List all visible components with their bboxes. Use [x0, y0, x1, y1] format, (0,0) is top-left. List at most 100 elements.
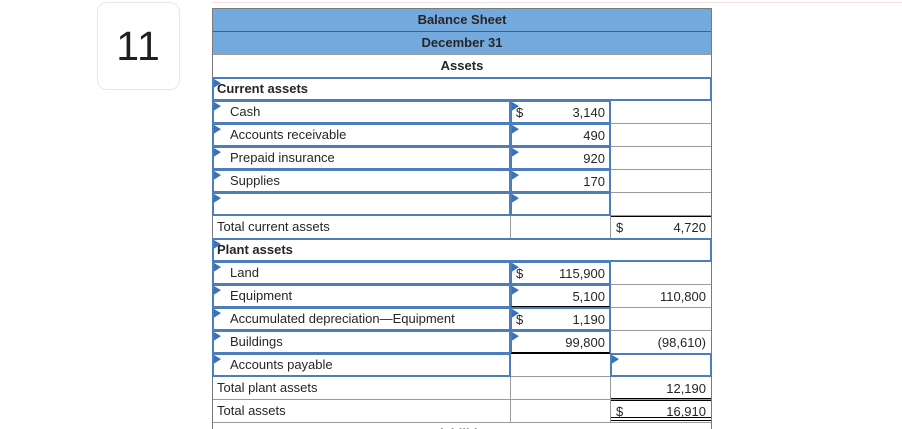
label-cell-empty[interactable]	[212, 192, 511, 216]
cell-marker-icon	[214, 355, 221, 364]
total-value: 110,800	[659, 288, 706, 304]
cell-marker-icon	[512, 332, 519, 341]
total-value: (98,610)	[657, 334, 706, 350]
table-row: Accounts receivable 490	[212, 123, 711, 147]
amount-input-cell[interactable]: $ 1,190	[510, 307, 611, 331]
cell-marker-icon	[214, 309, 221, 318]
amount-cell	[511, 216, 611, 238]
amount-cell	[511, 377, 611, 399]
double-underline	[611, 417, 711, 421]
total-cell	[611, 262, 711, 284]
table-row: Supplies 170	[212, 169, 711, 193]
balance-sheet-table: Balance Sheet December 31 Assets Current…	[212, 8, 712, 429]
cell-marker-icon	[214, 148, 221, 157]
table-row	[212, 192, 711, 216]
amount-value: 490	[583, 127, 605, 143]
currency-symbol: $	[516, 265, 524, 281]
total-cell: (98,610)	[611, 331, 711, 353]
label-cell-total-current-assets: Total current assets	[213, 216, 511, 238]
table-row: Buildings 99,800 (98,610)	[212, 330, 711, 354]
currency-symbol: $	[516, 311, 524, 327]
cell-marker-icon	[612, 355, 619, 364]
table-row: Total plant assets 12,190	[213, 377, 711, 400]
table-row: Plant assets	[212, 238, 712, 262]
total-cell	[611, 193, 711, 215]
table-row: Prepaid insurance 920	[212, 146, 711, 170]
amount-value: 170	[583, 173, 605, 189]
table-row: Assets	[213, 55, 711, 78]
total-cell	[611, 147, 711, 169]
currency-symbol: $	[616, 219, 624, 235]
amount-input-cell[interactable]: 170	[510, 169, 611, 193]
amount-input-cell[interactable]: 920	[510, 146, 611, 170]
cell-marker-icon	[512, 194, 519, 203]
total-cell: $ 16,910	[611, 400, 711, 422]
sheet-date: December 31	[421, 35, 503, 50]
cell-marker-icon	[214, 263, 221, 272]
cell-marker-icon	[214, 125, 221, 134]
cell-marker-icon	[214, 102, 221, 111]
currency-symbol: $	[516, 104, 524, 120]
total-cell	[611, 308, 711, 330]
table-row: Accounts payable	[212, 353, 712, 377]
cell-marker-icon	[512, 171, 519, 180]
table-row: Balance Sheet	[213, 9, 711, 32]
liabilities-section-header: Liabilities	[213, 423, 711, 429]
table-row: Land $ 115,900	[212, 261, 711, 285]
question-number: 11	[116, 22, 161, 69]
label-cell-cash[interactable]: Cash	[212, 100, 511, 124]
total-cell	[611, 101, 711, 123]
amount-input-cell[interactable]	[510, 192, 611, 216]
amount-value: 99,800	[565, 334, 605, 350]
cell-marker-icon	[512, 286, 519, 295]
sheet-title: Balance Sheet	[417, 12, 507, 27]
label-cell-accumulated-depreciation[interactable]: Accumulated depreciation—Equipment	[212, 307, 511, 331]
amount-value: 3,140	[572, 104, 605, 120]
label-cell-equipment[interactable]: Equipment	[212, 284, 511, 308]
amount-input-cell[interactable]: 5,100	[510, 284, 611, 308]
table-row: Equipment 5,100 110,800	[212, 284, 711, 308]
assets-section-header: Assets	[440, 58, 484, 73]
total-cell: 110,800	[611, 285, 711, 307]
table-row: Total current assets $ 4,720	[213, 216, 711, 239]
total-value: 12,190	[666, 380, 706, 396]
amount-value: 920	[583, 150, 605, 166]
cell-marker-icon	[214, 286, 221, 295]
amount-value: 115,900	[558, 265, 605, 281]
section-label-cell-plant-assets[interactable]: Plant assets	[212, 238, 712, 262]
cell-marker-icon	[512, 125, 519, 134]
page-divider-line	[212, 2, 902, 3]
cell-marker-icon	[214, 332, 221, 341]
amount-input-cell[interactable]: 99,800	[510, 330, 611, 354]
amount-value: 5,100	[572, 288, 605, 304]
table-row: December 31	[213, 32, 711, 55]
label-cell-total-plant-assets: Total plant assets	[213, 377, 511, 399]
label-cell-total-assets: Total assets	[213, 400, 511, 422]
total-cell	[611, 124, 711, 146]
cell-marker-icon	[512, 148, 519, 157]
label-cell-accounts-payable[interactable]: Accounts payable	[212, 353, 511, 377]
total-cell	[611, 170, 711, 192]
question-number-card: 11	[97, 2, 180, 90]
label-cell-prepaid-insurance[interactable]: Prepaid insurance	[212, 146, 511, 170]
amount-input-cell[interactable]: 490	[510, 123, 611, 147]
section-label-cell-current-assets[interactable]: Current assets	[212, 77, 712, 101]
table-row: Cash $ 3,140	[212, 100, 711, 124]
cell-marker-icon	[214, 194, 221, 203]
total-input-cell[interactable]	[610, 353, 712, 377]
total-value: 4,720	[673, 219, 706, 235]
table-row: Liabilities	[213, 423, 711, 429]
amount-cell	[511, 354, 611, 376]
label-cell-supplies[interactable]: Supplies	[212, 169, 511, 193]
cell-marker-icon	[214, 171, 221, 180]
label-cell-buildings[interactable]: Buildings	[212, 330, 511, 354]
total-cell: $ 4,720	[611, 216, 711, 238]
amount-cell	[511, 400, 611, 422]
table-row: Accumulated depreciation—Equipment $ 1,1…	[212, 307, 711, 331]
label-cell-accounts-receivable[interactable]: Accounts receivable	[212, 123, 511, 147]
amount-value: 1,190	[572, 311, 605, 327]
table-row: Total assets $ 16,910	[213, 400, 711, 423]
label-cell-land[interactable]: Land	[212, 261, 511, 285]
amount-input-cell[interactable]: $ 3,140	[510, 100, 611, 124]
amount-input-cell[interactable]: $ 115,900	[510, 261, 611, 285]
